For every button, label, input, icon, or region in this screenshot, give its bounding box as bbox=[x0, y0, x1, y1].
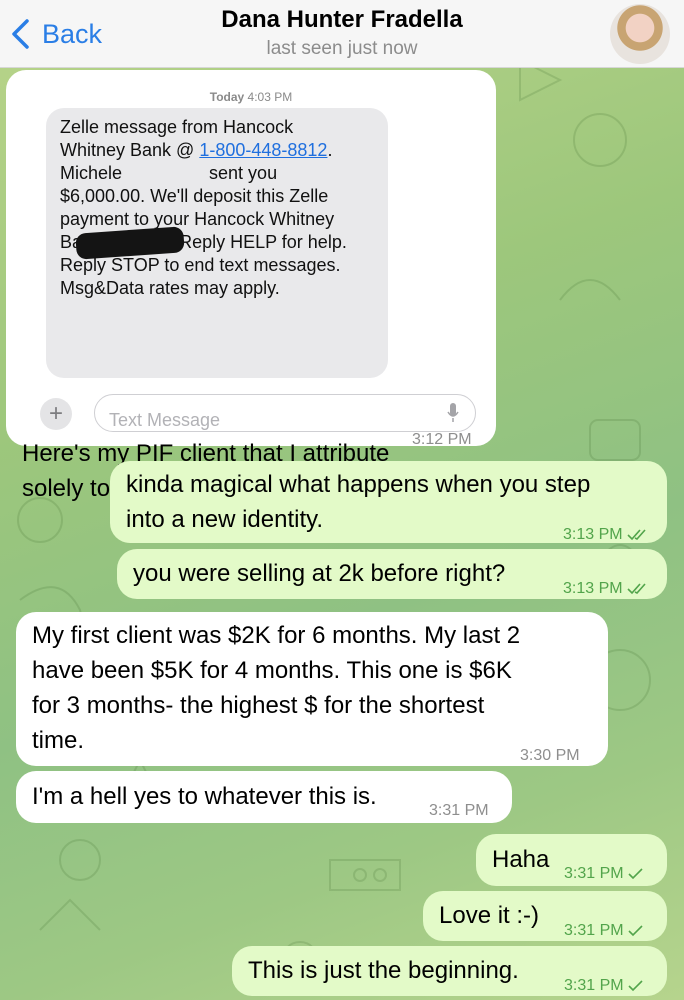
message-time: 3:13 PM bbox=[563, 517, 647, 552]
message-bubble-incoming[interactable]: Today 4:03 PM Zelle message from Hancock… bbox=[6, 70, 496, 502]
message-time: 3:31 PM bbox=[564, 968, 644, 1000]
message-bubble-outgoing[interactable]: you were selling at 2k before right? 3:1… bbox=[117, 549, 667, 599]
message-time: 3:31 PM bbox=[564, 913, 644, 948]
double-check-icon bbox=[627, 529, 646, 541]
message-text: Haha bbox=[492, 846, 550, 873]
message-time: 3:13 PM bbox=[563, 571, 647, 606]
message-text: kinda magical what happens when you step… bbox=[126, 471, 591, 533]
contact-avatar[interactable] bbox=[610, 4, 670, 64]
check-icon bbox=[628, 925, 643, 937]
message-text: you were selling at 2k before right? bbox=[133, 560, 506, 587]
message-bubble-outgoing[interactable]: Haha 3:31 PM bbox=[476, 834, 667, 886]
message-time: 3:12 PM bbox=[412, 431, 472, 448]
check-icon bbox=[628, 868, 643, 880]
microphone-icon bbox=[447, 403, 459, 422]
message-bubble-incoming[interactable]: I'm a hell yes to whatever this is. 3:31… bbox=[16, 771, 512, 823]
message-bubble-outgoing[interactable]: Love it :-) 3:31 PM bbox=[423, 891, 667, 941]
message-time: 3:31 PM bbox=[564, 856, 644, 891]
message-bubble-incoming[interactable]: My first client was $2K for 6 months. My… bbox=[16, 612, 608, 766]
phone-link: 1-800-448-8812 bbox=[199, 140, 328, 160]
plus-icon: + bbox=[40, 398, 72, 430]
check-icon bbox=[628, 980, 643, 992]
message-text: Love it :-) bbox=[439, 902, 540, 929]
message-text: This is just the beginning. bbox=[248, 957, 519, 984]
contact-name[interactable]: Dana Hunter Fradella bbox=[0, 6, 684, 34]
message-time: 3:30 PM bbox=[520, 747, 580, 764]
message-bubble-outgoing[interactable]: This is just the beginning. 3:31 PM bbox=[232, 946, 667, 996]
message-time: 3:31 PM bbox=[429, 802, 489, 819]
last-seen-status: last seen just now bbox=[266, 38, 418, 59]
message-bubble-outgoing[interactable]: kinda magical what happens when you step… bbox=[110, 461, 667, 543]
double-check-icon bbox=[627, 583, 646, 595]
message-text: My first client was $2K for 6 months. My… bbox=[32, 622, 521, 754]
chat-header: Back Dana Hunter Fradella last seen just… bbox=[0, 0, 684, 68]
message-text: I'm a hell yes to whatever this is. bbox=[32, 783, 377, 810]
